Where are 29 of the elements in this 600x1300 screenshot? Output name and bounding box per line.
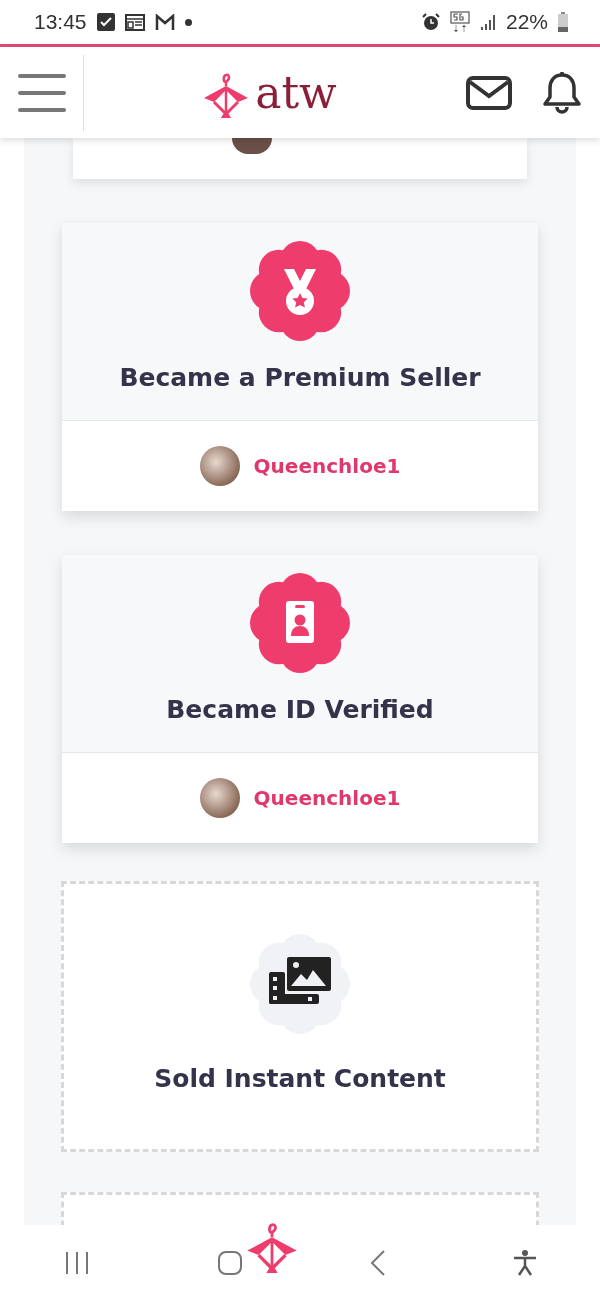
achievement-title: Sold Instant Content	[154, 1064, 446, 1093]
signal-icon	[479, 14, 496, 30]
achievement-title: Became a Premium Seller	[119, 363, 481, 392]
menu-button[interactable]	[18, 54, 84, 131]
bell-icon[interactable]	[542, 70, 582, 115]
avatar-photo-placeholder	[199, 778, 240, 818]
avatar-photo-placeholder	[199, 446, 240, 486]
checkbox-notification-icon	[96, 13, 115, 31]
clock-time: 13:45	[34, 10, 87, 34]
media-gallery-icon	[250, 934, 350, 1034]
username-link[interactable]: Queenchloe1	[253, 454, 401, 478]
battery-percentage: 22%	[505, 10, 548, 34]
network-5g-icon	[449, 11, 470, 33]
calendar-notification-icon	[124, 13, 145, 31]
alarm-icon	[421, 13, 440, 31]
achievement-title: Became ID Verified	[166, 695, 434, 724]
mail-notification-icon	[154, 13, 175, 31]
recent-apps-button[interactable]	[63, 1250, 90, 1275]
logo-text[interactable]: atw	[255, 70, 337, 115]
battery-icon	[558, 12, 568, 32]
back-button[interactable]	[369, 1249, 386, 1276]
mail-icon[interactable]	[466, 75, 512, 110]
home-button[interactable]	[216, 1249, 243, 1276]
avatar-photo-placeholder	[232, 138, 272, 154]
dot-icon	[184, 18, 192, 26]
medal-badge-icon	[250, 241, 350, 341]
accessibility-icon[interactable]	[512, 1249, 537, 1276]
username-link[interactable]: Queenchloe1	[253, 786, 401, 810]
id-badge-icon	[250, 573, 350, 673]
